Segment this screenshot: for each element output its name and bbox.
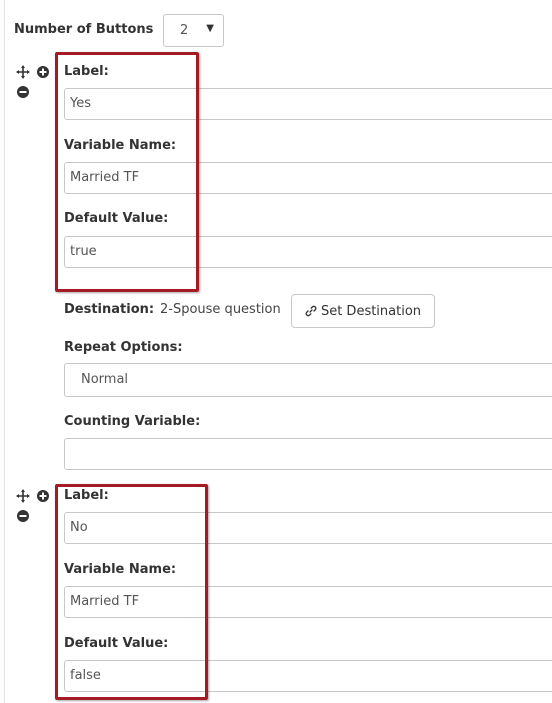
button2-default-value-label: Default Value: <box>64 636 169 651</box>
move-icon[interactable] <box>16 65 30 79</box>
remove-circle-icon[interactable] <box>17 510 29 522</box>
link-icon <box>305 305 317 317</box>
left-divider <box>4 0 5 703</box>
move-icon[interactable] <box>16 489 30 503</box>
button1-label-input[interactable]: Yes <box>64 88 552 120</box>
button1-default-value-input[interactable]: true <box>64 236 552 268</box>
button2-variable-name-input[interactable]: Married TF <box>64 586 552 618</box>
counting-variable-label: Counting Variable: <box>64 414 201 429</box>
caret-down-icon: ▼ <box>206 23 214 34</box>
repeat-options-select[interactable]: Normal <box>64 363 552 397</box>
button2-default-value-input[interactable]: false <box>64 660 552 692</box>
button1-variable-name-input[interactable]: Married TF <box>64 162 552 194</box>
add-circle-icon[interactable] <box>37 490 49 502</box>
set-destination-label: Set Destination <box>320 303 422 319</box>
repeat-options-label: Repeat Options: <box>64 340 183 355</box>
button2-label-label: Label: <box>64 488 109 503</box>
remove-circle-icon[interactable] <box>17 86 29 98</box>
destination-label: Destination: <box>64 302 155 317</box>
set-destination-button[interactable]: Set Destination <box>291 294 435 328</box>
button1-variable-name-label: Variable Name: <box>64 138 177 153</box>
button2-variable-name-label: Variable Name: <box>64 562 177 577</box>
button2-label-input[interactable]: No <box>64 512 552 544</box>
button1-label-label: Label: <box>64 64 109 79</box>
number-of-buttons-select[interactable]: 2 ▼ <box>163 14 224 47</box>
add-circle-icon[interactable] <box>37 66 49 78</box>
destination-value: 2-Spouse question <box>160 302 281 317</box>
button1-default-value-label: Default Value: <box>64 211 169 226</box>
number-of-buttons-value: 2 <box>180 23 189 38</box>
counting-variable-input[interactable] <box>64 438 552 470</box>
number-of-buttons-label: Number of Buttons <box>14 22 154 37</box>
